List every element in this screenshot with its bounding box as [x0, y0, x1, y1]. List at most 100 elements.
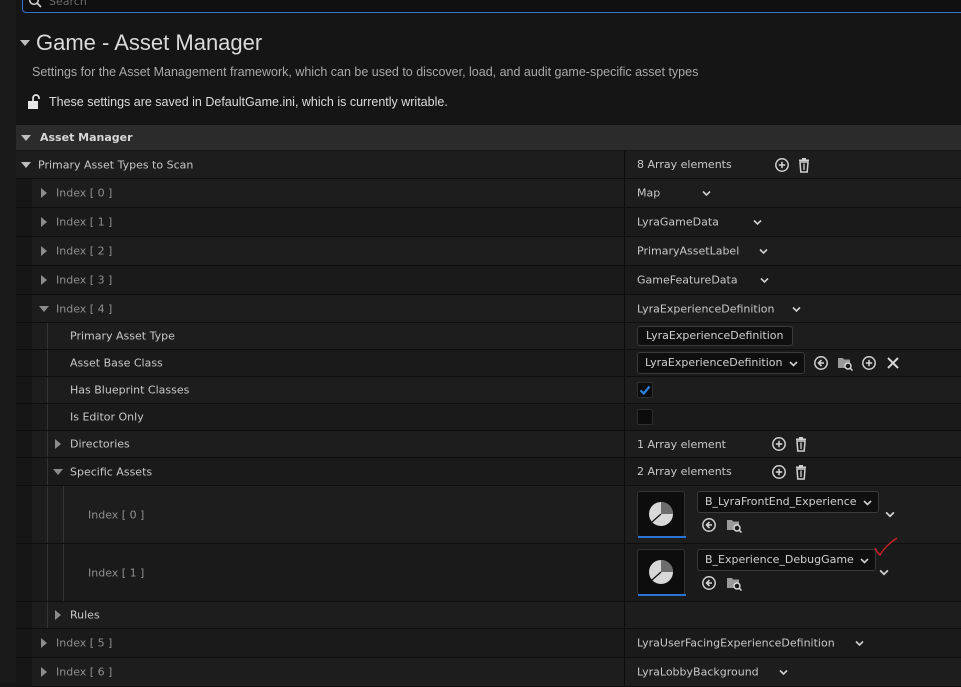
trash-icon[interactable]: [793, 436, 809, 452]
combo-value: B_Experience_DebugGame: [705, 553, 854, 566]
array-count: 8 Array elements: [637, 158, 732, 171]
asset-picker-combo[interactable]: B_LyraFrontEnd_Experience: [697, 491, 879, 513]
unlock-icon: [28, 94, 40, 109]
property-row-asset-base-class: Asset Base Class LyraExperienceDefinitio…: [16, 350, 961, 377]
chevron-down-icon[interactable]: [862, 498, 872, 507]
chevron-down-icon[interactable]: [702, 189, 711, 198]
add-element-icon[interactable]: [774, 157, 790, 173]
chevron-down-icon[interactable]: [753, 218, 762, 227]
use-selected-icon[interactable]: [813, 355, 829, 371]
value-combo[interactable]: GameFeatureData: [637, 274, 769, 287]
combo-value: LyraExperienceDefinition: [645, 356, 783, 369]
browse-folder-icon[interactable]: [726, 517, 742, 533]
combo-value: PrimaryAssetLabel: [637, 244, 740, 258]
property-label: Is Editor Only: [70, 410, 144, 424]
collapse-arrow-icon[interactable]: [39, 305, 49, 312]
index-label: Index [ 6 ]: [56, 665, 113, 679]
index-label: Index [ 0 ]: [88, 508, 145, 521]
use-selected-icon[interactable]: [701, 517, 717, 533]
clear-icon[interactable]: [885, 355, 901, 371]
expand-arrow-icon[interactable]: [41, 188, 47, 198]
chevron-down-icon[interactable]: [791, 304, 801, 313]
combo-value: LyraExperienceDefinition: [637, 302, 775, 315]
property-label: Has Blueprint Classes: [70, 383, 190, 397]
category-header[interactable]: Game - Asset Manager: [20, 28, 262, 58]
expand-arrow-icon[interactable]: [41, 246, 47, 256]
asset-thumbnail[interactable]: [637, 491, 686, 538]
property-label: Rules: [70, 608, 100, 622]
is-editor-only-checkbox[interactable]: [637, 409, 653, 425]
index-label: Index [ 4 ]: [56, 302, 113, 315]
specific-asset-row: Index [ 1 ] B_Experience_DebugGame: [16, 537, 961, 602]
asset-thumbnail[interactable]: [637, 549, 686, 596]
value-combo[interactable]: LyraExperienceDefinition: [637, 302, 801, 315]
chevron-down-icon[interactable]: [759, 247, 768, 256]
asset-picker-combo[interactable]: B_Experience_DebugGame: [697, 549, 876, 571]
browse-folder-icon[interactable]: [726, 575, 742, 591]
combo-value: GameFeatureData: [637, 273, 738, 287]
index-label: Index [ 1 ]: [88, 566, 145, 579]
search-box[interactable]: [22, 0, 961, 13]
chevron-down-icon[interactable]: [860, 556, 869, 565]
add-icon[interactable]: [861, 355, 877, 371]
combo-value: LyraLobbyBackground: [637, 665, 759, 679]
expand-arrow-icon[interactable]: [41, 638, 47, 648]
array-count: 2 Array elements: [637, 465, 732, 478]
chevron-down-icon[interactable]: [885, 509, 895, 519]
chevron-down-icon[interactable]: [788, 359, 798, 368]
section-label: Asset Manager: [40, 131, 133, 144]
chevron-down-icon[interactable]: [855, 639, 864, 648]
array-count: 1 Array element: [637, 437, 726, 451]
annotation-checkmark: [874, 537, 898, 556]
add-element-icon[interactable]: [771, 464, 787, 480]
combo-value: B_LyraFrontEnd_Experience: [705, 495, 857, 508]
value-combo[interactable]: LyraGameData: [637, 216, 762, 229]
data-asset-icon: [649, 560, 673, 584]
use-selected-icon[interactable]: [701, 575, 717, 591]
property-label: Primary Asset Types to Scan: [38, 158, 194, 171]
expand-arrow-icon[interactable]: [41, 217, 47, 227]
page-title: Game - Asset Manager: [36, 30, 263, 55]
index-label: Index [ 3 ]: [56, 273, 113, 287]
expand-arrow-icon[interactable]: [55, 439, 61, 449]
primary-asset-type-input[interactable]: LyraExperienceDefinition: [637, 326, 793, 346]
combo-value: Map: [637, 186, 661, 200]
left-gutter: [0, 0, 16, 683]
array-index-row-expanded: Index [ 4 ] LyraExperienceDefinition: [16, 295, 961, 323]
collapse-arrow-icon[interactable]: [53, 468, 63, 475]
search-input[interactable]: [49, 0, 929, 9]
array-index-row: Index [ 5 ] LyraUserFacingExperienceDefi…: [16, 629, 961, 658]
expand-arrow-icon[interactable]: [55, 610, 61, 620]
trash-icon[interactable]: [793, 464, 809, 480]
expand-arrow-icon[interactable]: [41, 667, 47, 677]
value-combo[interactable]: LyraUserFacingExperienceDefinition: [637, 637, 864, 650]
browse-folder-icon[interactable]: [837, 355, 853, 371]
value-combo[interactable]: LyraLobbyBackground: [637, 666, 788, 679]
search-icon: [28, 0, 42, 8]
collapse-arrow-icon[interactable]: [21, 134, 31, 141]
config-notice-text: These settings are saved in DefaultGame.…: [49, 95, 448, 109]
array-index-row: Index [ 2 ] PrimaryAssetLabel: [16, 237, 961, 266]
property-row-has-blueprint-classes: Has Blueprint Classes: [16, 377, 961, 404]
collapse-arrow-icon[interactable]: [20, 40, 30, 46]
asset-base-class-combo[interactable]: LyraExperienceDefinition: [637, 352, 805, 374]
trash-icon[interactable]: [796, 157, 812, 173]
add-element-icon[interactable]: [771, 436, 787, 452]
page-description: Settings for the Asset Management framew…: [32, 65, 699, 79]
array-index-row: Index [ 3 ] GameFeatureData: [16, 266, 961, 295]
chevron-down-icon[interactable]: [879, 567, 889, 577]
index-label: Index [ 2 ]: [56, 244, 113, 258]
property-label: Asset Base Class: [70, 356, 163, 370]
index-label: Index [ 5 ]: [56, 636, 113, 650]
section-asset-manager[interactable]: Asset Manager: [16, 125, 961, 150]
chevron-down-icon[interactable]: [760, 276, 769, 285]
property-row-rules: Rules: [16, 602, 961, 629]
collapse-arrow-icon[interactable]: [21, 161, 31, 168]
value-combo[interactable]: Map: [637, 187, 711, 200]
property-row-is-editor-only: Is Editor Only: [16, 404, 961, 431]
value-combo[interactable]: PrimaryAssetLabel: [637, 245, 768, 258]
expand-arrow-icon[interactable]: [41, 275, 47, 285]
config-notice: These settings are saved in DefaultGame.…: [27, 94, 448, 110]
chevron-down-icon[interactable]: [779, 668, 788, 677]
has-blueprint-classes-checkbox[interactable]: [637, 382, 653, 398]
